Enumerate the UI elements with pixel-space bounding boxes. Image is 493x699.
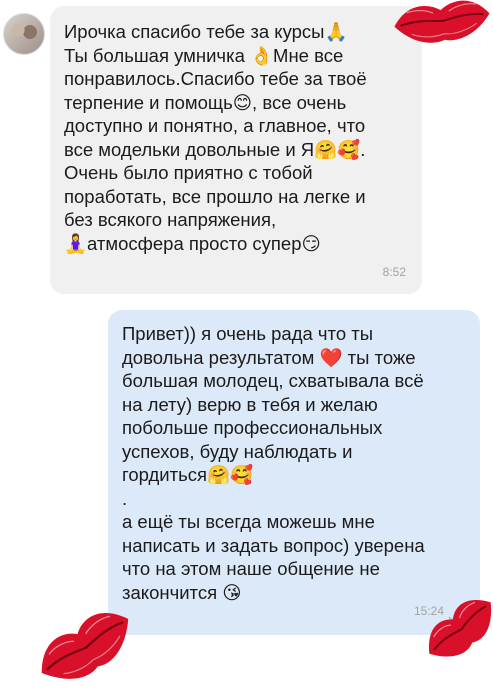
message-line: доступно и понятно, а главное, что	[64, 115, 366, 136]
message-line: гордиться🤗🥰	[122, 464, 254, 485]
message-line: на лету) верю в тебя и желаю	[122, 393, 378, 415]
message-line: терпение и помощь😊, все очень	[64, 91, 347, 113]
message-line: довольна результатом ❤️ ты тоже	[122, 346, 416, 368]
message-line: успехов, буду наблюдать и	[122, 440, 353, 462]
message-timestamp: 8:52	[382, 264, 406, 279]
message-line: понравилось.Спасибо тебе за твоё	[64, 68, 367, 89]
message-line: без всякого напряжения,	[64, 209, 277, 230]
message-line: а ещё ты всегда можешь мне	[122, 511, 375, 532]
message-line: Привет)) я очень рада что ты	[122, 323, 374, 344]
message-line: написать и задать вопрос) уверена	[122, 534, 425, 556]
message-line: что на этом наше общение не	[122, 558, 380, 579]
sender-avatar[interactable]	[3, 13, 45, 55]
message-line: все модельки довольные и Я🤗🥰.	[64, 138, 366, 160]
incoming-message-text: Ирочка спасибо тебе за курсы🙏 Ты большая…	[64, 20, 408, 255]
lips-kiss-sticker-top	[394, 0, 490, 43]
message-line: 🧘‍♀️атмосфера просто супер😏	[64, 232, 321, 254]
message-line: .	[122, 487, 128, 509]
message-line: Очень было приятно с тобой	[64, 162, 313, 183]
outgoing-message-text: Привет)) я очень рада что ты довольна ре…	[122, 322, 466, 604]
incoming-message-bubble[interactable]: Ирочка спасибо тебе за курсы🙏 Ты большая…	[50, 6, 422, 294]
message-line: Ты большая умничка 👌Мне все	[64, 44, 344, 66]
lips-kiss-sticker-right	[428, 600, 492, 657]
message-line: поработать, все прошло на легке и	[64, 185, 366, 207]
lips-kiss-sticker-bottom	[41, 613, 129, 679]
message-line: Ирочка спасибо тебе за курсы🙏	[64, 21, 348, 42]
message-line: большая молодец, схватывала всё	[122, 370, 424, 391]
message-line: побольше профессиональных	[122, 417, 383, 438]
